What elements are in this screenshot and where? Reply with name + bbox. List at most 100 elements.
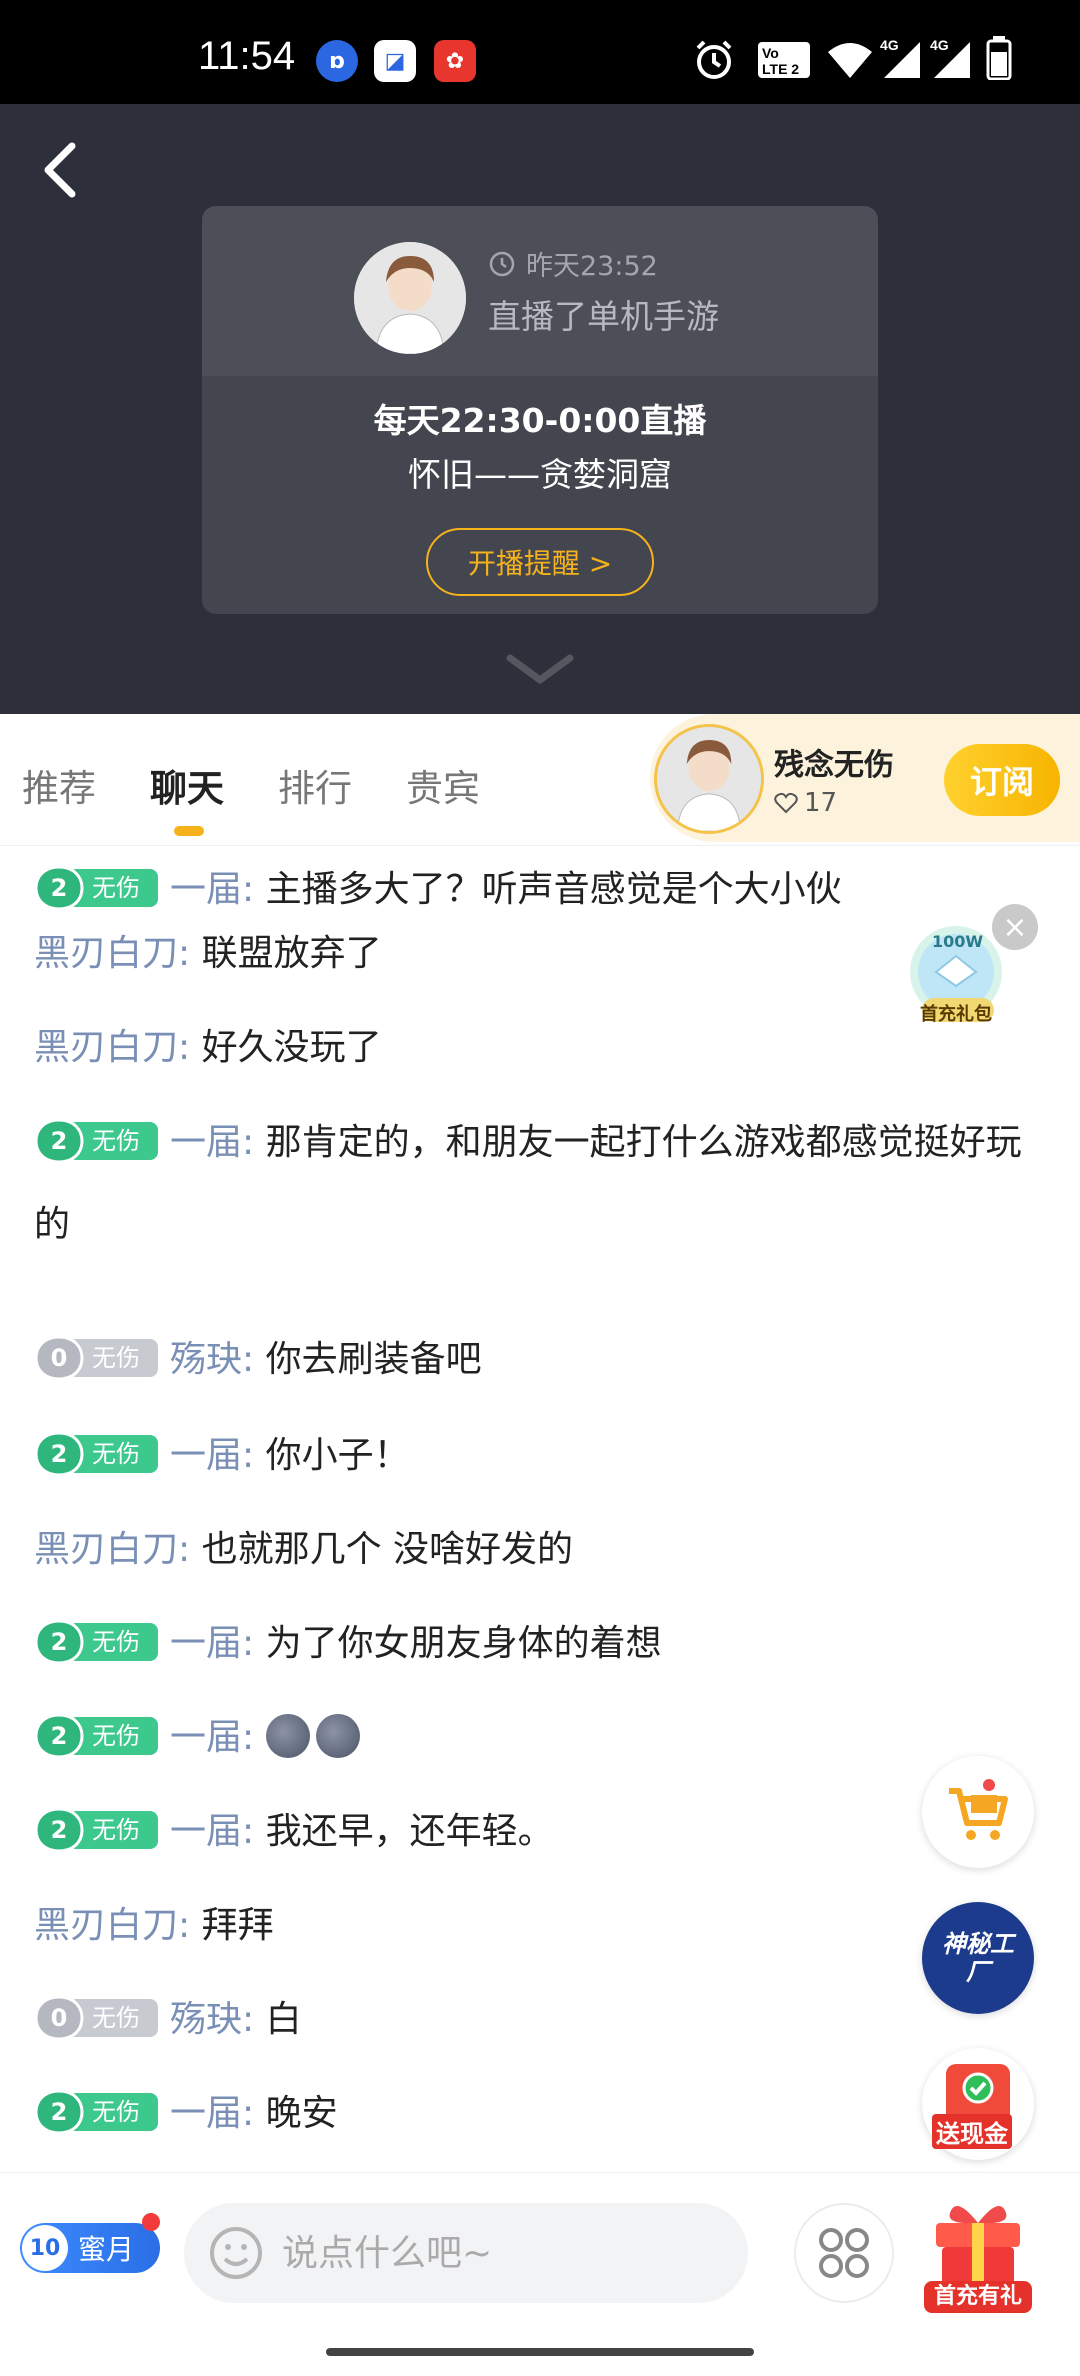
honey-level: 10 xyxy=(22,2225,68,2271)
chat-text: 晚安 xyxy=(265,2093,338,2134)
chat-nick[interactable]: 黑刃白刀: xyxy=(34,1027,190,1068)
chevron-down-icon[interactable] xyxy=(504,650,576,690)
gift-button[interactable]: 首充有礼 xyxy=(922,2193,1034,2317)
last-live-time: 昨天23:52 xyxy=(488,244,658,283)
status-bar: 11:54 ɒ ◪ ✿ Vo LTE 2 4G 4G xyxy=(0,0,1080,104)
fan-badge: 2 无伤 xyxy=(34,1619,158,1665)
honey-badge[interactable]: 10 蜜月 xyxy=(20,2223,160,2273)
fan-level-icon: 2 xyxy=(34,1118,84,1164)
fan-badge: 0 无伤 xyxy=(34,1335,158,1381)
chevron-left-icon[interactable] xyxy=(30,134,90,204)
chat-message: 0 无伤 殇玦: 你去刷装备吧 xyxy=(34,1316,1014,1404)
chat-text: 我还早，还年轻。 xyxy=(265,1811,554,1852)
chat-nick[interactable]: 一届: xyxy=(170,1435,254,1476)
tab-rank[interactable]: 排行 xyxy=(278,758,352,812)
chat-input-box[interactable] xyxy=(184,2203,748,2303)
chat-nick[interactable]: 一届: xyxy=(170,1811,254,1852)
chat-message: 2 无伤 一届: 那肯定的，和朋友一起打什么游戏都感觉挺好玩的 xyxy=(34,1102,1034,1266)
chat-message: 黑刃白刀: 拜拜 xyxy=(34,1882,1014,1970)
svg-text:Vo: Vo xyxy=(762,45,779,61)
chat-message: 黑刃白刀: 也就那几个 没啥好发的 xyxy=(34,1506,1014,1594)
fan-level-icon: 2 xyxy=(34,2089,84,2135)
live-reminder-button[interactable]: 开播提醒 > xyxy=(426,528,654,596)
gift-pack-label: 首充礼包 xyxy=(920,1004,992,1025)
anchor-info: 残念无伤 17 订阅 xyxy=(650,714,1080,842)
chat-nick[interactable]: 黑刃白刀: xyxy=(34,1529,190,1570)
chat-message: 2 无伤 一届: 晚安 xyxy=(34,2070,1014,2158)
chat-nick[interactable]: 殇玦: xyxy=(170,1339,254,1380)
shopping-cart-icon xyxy=(949,1779,1008,1840)
fan-level-icon: 2 xyxy=(34,865,84,911)
wifi-icon xyxy=(828,43,872,78)
chat-nick[interactable]: 黑刃白刀: xyxy=(34,1905,190,1946)
chat-text: 拜拜 xyxy=(201,1905,274,1946)
chat-text: 好久没玩了 xyxy=(201,1027,382,1068)
mystery-factory-button[interactable]: 神秘工厂 xyxy=(922,1902,1034,2014)
tab-vip[interactable]: 贵宾 xyxy=(406,758,480,812)
fan-level-icon: 0 xyxy=(34,1995,84,2041)
offline-header: 昨天23:52 直播了单机手游 每天22:30-0:00直播 怀旧——贪婪洞窟 … xyxy=(0,104,1080,714)
fan-badge: 2 无伤 xyxy=(34,1118,158,1164)
honey-label: 蜜月 xyxy=(78,2233,135,2266)
fan-level-icon: 2 xyxy=(34,1431,84,1477)
alarm-icon xyxy=(696,40,732,79)
fan-badge: 2 无伤 xyxy=(34,1431,158,1477)
svg-text:4G: 4G xyxy=(880,37,899,53)
tab-recommend[interactable]: 推荐 xyxy=(22,758,96,812)
chat-nick[interactable]: 一届: xyxy=(170,869,254,910)
baidu-app-icon: ɒ xyxy=(316,40,358,82)
more-button[interactable] xyxy=(794,2203,894,2303)
emoji-icon[interactable] xyxy=(208,2225,264,2281)
bottom-bar: 10 蜜月 首充有礼 xyxy=(0,2172,1080,2376)
fan-level-icon: 2 xyxy=(34,1713,84,1759)
fan-badge: 2 无伤 xyxy=(34,1713,158,1759)
room-subtitle: 怀旧——贪婪洞窟 xyxy=(408,455,672,494)
chat-text: 主播多大了？听声音感觉是个大小伙 xyxy=(265,869,842,910)
send-cash-button[interactable]: 送现金 xyxy=(922,2048,1034,2160)
chat-message: 黑刃白刀: 好久没玩了 xyxy=(34,1004,1014,1092)
grid-icon xyxy=(819,2228,869,2278)
moon-face-icon xyxy=(315,1714,360,1758)
avatar xyxy=(354,242,466,354)
anchor-name: 残念无伤 xyxy=(774,748,894,783)
fan-badge: 2 无伤 xyxy=(34,2089,158,2135)
chat-message: 黑刃白刀: 联盟放弃了 xyxy=(34,910,1014,998)
status-time: 11:54 xyxy=(198,34,296,78)
chat-text: 你去刷装备吧 xyxy=(265,1339,482,1380)
chat-text: 白 xyxy=(265,1999,302,2040)
battery-icon xyxy=(986,36,1012,80)
chat-nick[interactable]: 一届: xyxy=(170,1623,254,1664)
anchor-likes-count: 17 xyxy=(804,788,838,818)
fan-badge: 2 无伤 xyxy=(34,1807,158,1853)
fan-level-icon: 0 xyxy=(34,1335,84,1381)
notification-dot xyxy=(142,2213,160,2231)
chat-nick[interactable]: 一届: xyxy=(170,1717,254,1758)
mystery-label: 神秘工厂 xyxy=(942,1930,1014,1986)
chat-text: 为了你女朋友身体的着想 xyxy=(265,1623,662,1664)
moon-face-icon xyxy=(265,1714,310,1758)
chat-text: 联盟放弃了 xyxy=(201,933,382,974)
anchor-avatar[interactable] xyxy=(654,724,764,834)
close-icon[interactable]: × xyxy=(992,904,1038,950)
subscribe-button[interactable]: 订阅 xyxy=(944,744,1060,816)
tab-chat[interactable]: 聊天 xyxy=(150,758,224,812)
cash-label: 送现金 xyxy=(932,2114,1012,2149)
schedule-title: 每天22:30-0:00直播 xyxy=(373,401,707,440)
chat-nick[interactable]: 一届: xyxy=(170,2093,254,2134)
clock-icon xyxy=(489,251,515,276)
fan-level-icon: 2 xyxy=(34,1619,84,1665)
home-indicator[interactable] xyxy=(326,2348,754,2356)
chat-nick[interactable]: 黑刃白刀: xyxy=(34,933,190,974)
box-app-icon: ◪ xyxy=(374,40,416,82)
svg-text:LTE 2: LTE 2 xyxy=(762,61,799,77)
chat-message: 2 无伤 一届: 你小子！ xyxy=(34,1412,1014,1500)
red-app-icon: ✿ xyxy=(434,40,476,82)
chat-input[interactable] xyxy=(282,2232,712,2274)
chat-nick[interactable]: 殇玦: xyxy=(170,1999,254,2040)
shop-button[interactable] xyxy=(922,1756,1034,1868)
chat-message: 2 无伤 一届: xyxy=(34,1694,1014,1782)
chat-nick[interactable]: 一届: xyxy=(170,1122,254,1163)
gift-pack-top: 100W xyxy=(932,932,984,951)
last-live-time-text: 昨天23:52 xyxy=(526,251,658,282)
fan-level-icon: 2 xyxy=(34,1807,84,1853)
